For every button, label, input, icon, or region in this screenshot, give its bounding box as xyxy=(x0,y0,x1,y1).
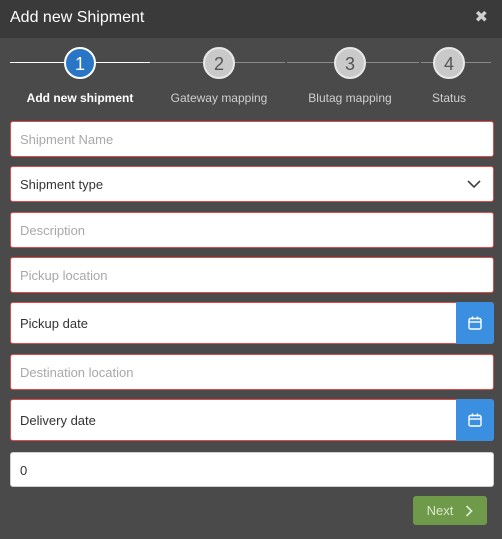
step-number: 2 xyxy=(203,47,235,79)
shipment-name-field[interactable]: Shipment Name xyxy=(10,121,494,157)
pickup-date-label: Pickup date xyxy=(20,316,88,331)
step-label: Gateway mapping xyxy=(170,91,268,105)
description-field[interactable]: Description xyxy=(10,212,494,248)
step-label: Status xyxy=(431,91,467,105)
pickup-location-field[interactable]: Pickup location xyxy=(10,257,494,293)
calendar-icon xyxy=(468,413,482,427)
next-button[interactable]: Next xyxy=(413,496,487,525)
step-number: 3 xyxy=(334,47,366,79)
shipment-name-placeholder: Shipment Name xyxy=(20,132,114,147)
chevron-right-icon xyxy=(466,504,474,517)
stepper: 1 Add new shipment 2 Gateway mapping 3 B… xyxy=(0,38,502,114)
shipment-type-select[interactable]: Shipment type xyxy=(10,166,494,202)
delivery-date-field[interactable]: Delivery date xyxy=(10,399,494,441)
pickup-location-placeholder: Pickup location xyxy=(20,268,108,283)
pickup-date-field[interactable]: Pickup date xyxy=(10,302,494,344)
dialog-title: Add new Shipment xyxy=(10,9,145,26)
step-add-new-shipment[interactable]: 1 Add new shipment xyxy=(10,38,150,105)
quantity-value: 0 xyxy=(20,463,28,478)
shipment-type-value: Shipment type xyxy=(20,177,104,192)
chevron-down-icon xyxy=(467,180,481,189)
destination-location-field[interactable]: Destination location xyxy=(10,354,494,390)
pickup-date-calendar-button[interactable] xyxy=(456,302,494,344)
description-placeholder: Description xyxy=(20,223,86,238)
next-button-label: Next xyxy=(426,503,454,518)
quantity-field[interactable]: 0 xyxy=(10,452,494,487)
delivery-date-calendar-button[interactable] xyxy=(456,399,494,441)
step-status[interactable]: 4 Status xyxy=(379,38,502,105)
destination-location-placeholder: Destination location xyxy=(20,365,134,380)
step-label: Add new shipment xyxy=(26,91,134,105)
calendar-icon xyxy=(468,316,482,330)
delivery-date-label: Delivery date xyxy=(20,413,96,428)
dialog-header: Add new Shipment ✖ xyxy=(0,0,502,38)
step-number: 4 xyxy=(433,47,465,79)
close-icon[interactable]: ✖ xyxy=(475,9,488,27)
step-gateway-mapping[interactable]: 2 Gateway mapping xyxy=(149,38,289,105)
step-number: 1 xyxy=(64,47,96,79)
